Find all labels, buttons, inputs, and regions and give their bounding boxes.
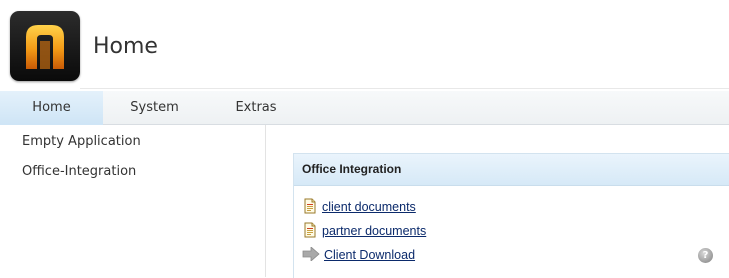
help-icon[interactable]: ? (698, 248, 713, 263)
page-title: Home (93, 34, 158, 59)
app-logo-icon[interactable] (10, 11, 80, 81)
client-documents-link[interactable]: client documents (302, 198, 416, 216)
main-tab-bar: Home System Extras (0, 91, 729, 125)
client-download-link[interactable]: Client Download (302, 246, 415, 264)
partner-documents-link[interactable]: partner documents (302, 222, 426, 240)
tab-home[interactable]: Home (0, 91, 103, 125)
panel-title: Office Integration (294, 154, 729, 186)
arrow-right-icon (302, 246, 320, 262)
document-icon (302, 198, 318, 214)
client-download-label[interactable]: Client Download (324, 248, 415, 262)
sidebar: Empty Application Office-Integration (0, 125, 266, 277)
tab-extras[interactable]: Extras (206, 91, 306, 124)
sidebar-item-office-integration[interactable]: Office-Integration (22, 164, 136, 179)
document-icon (302, 222, 318, 238)
partner-documents-label[interactable]: partner documents (322, 224, 426, 238)
header-divider (80, 88, 729, 89)
office-integration-panel: Office Integration client documents part… (293, 153, 729, 278)
app-header: Home (0, 0, 729, 92)
sidebar-item-empty-application[interactable]: Empty Application (22, 134, 141, 149)
client-documents-label[interactable]: client documents (322, 200, 416, 214)
tab-system[interactable]: System (103, 91, 206, 124)
